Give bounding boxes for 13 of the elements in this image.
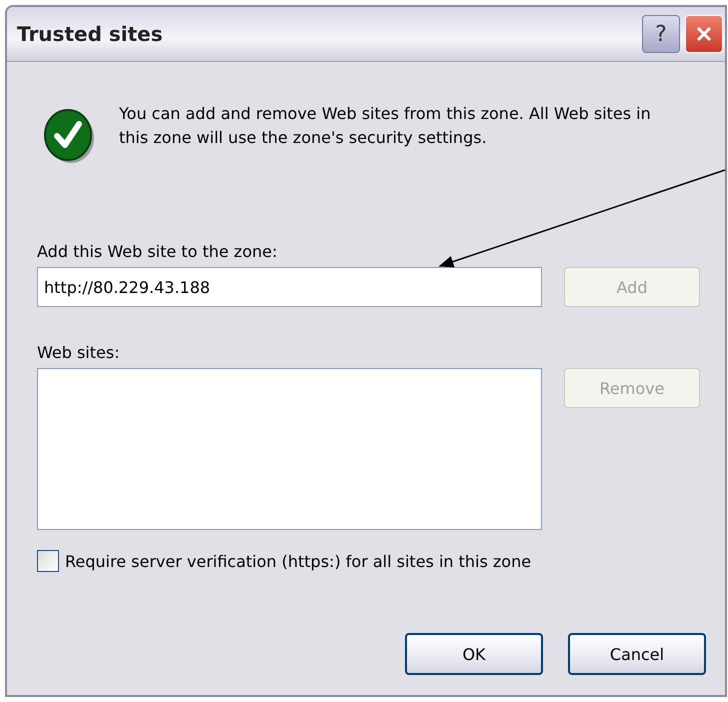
list-label: Web sites: (37, 343, 120, 362)
close-button[interactable] (685, 15, 723, 53)
cancel-button[interactable]: Cancel (568, 633, 706, 675)
checkmark-icon (43, 106, 95, 164)
checkbox-label[interactable]: Require server verification (https:) for all sites in this zone (65, 552, 532, 570)
help-button[interactable]: ? (642, 15, 680, 53)
website-field[interactable]: http://80.229.43.188 (37, 267, 542, 307)
ok-button[interactable]: OK (405, 633, 543, 675)
info-text: You can add and remove Web sites from this zone. All Web sites in this zone will use the zone's security settings. (119, 103, 652, 149)
close-icon (694, 24, 714, 44)
field-label: Add this Web site to the zone: (37, 242, 278, 261)
window-title: Trusted sites (17, 22, 163, 46)
checkbox[interactable] (37, 550, 59, 572)
